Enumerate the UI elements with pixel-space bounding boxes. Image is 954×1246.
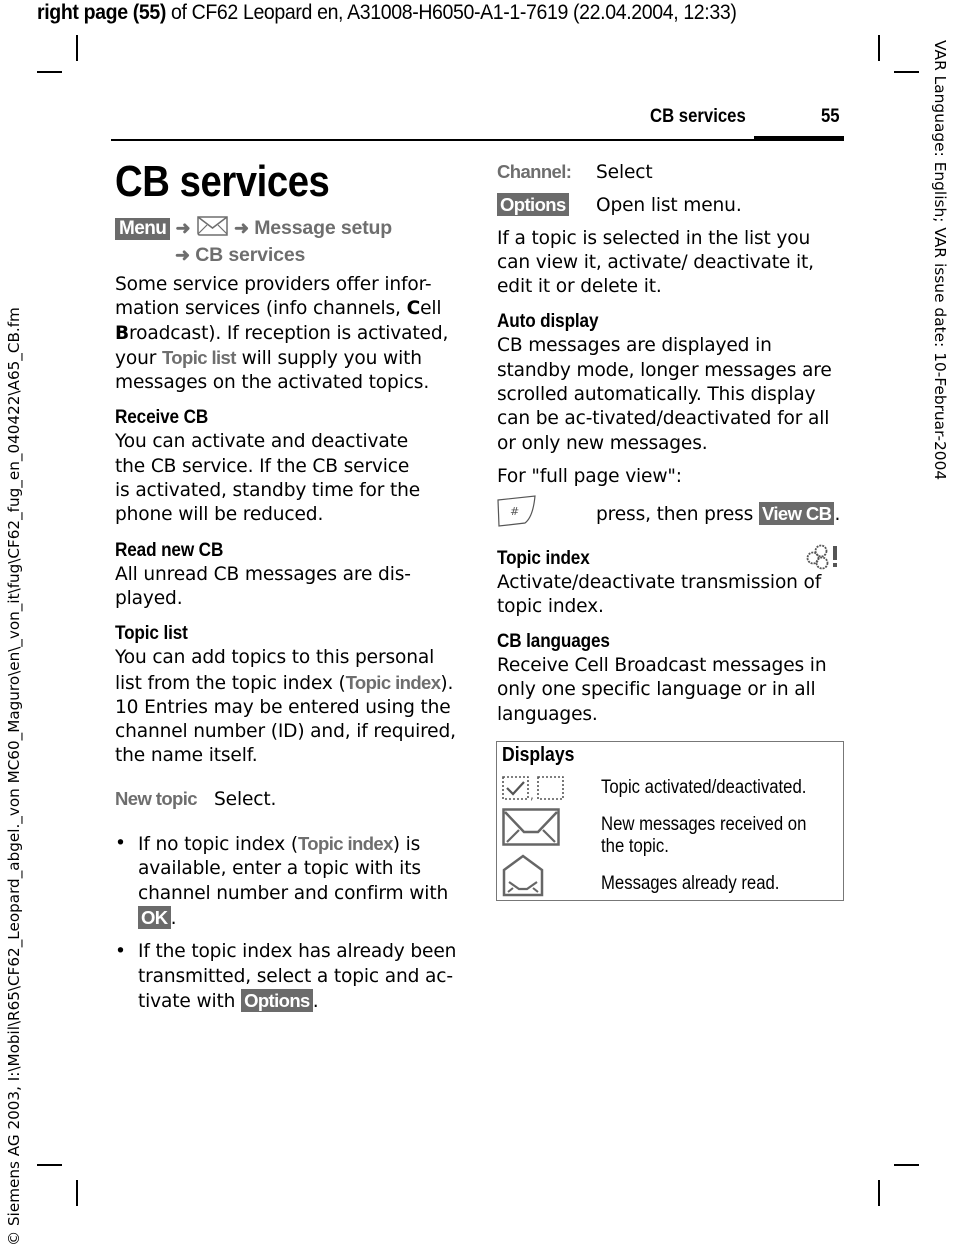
full-page-text: For "full page view": [497,465,682,487]
checkbox-icons: , [502,776,566,807]
menu-path: Menu ➜ ➜ Message setup ➜ CB services [115,215,460,267]
display-text: New messages received on the topic. [601,814,806,858]
section-heading: Topic index [497,546,590,569]
new-topic-row: New topic Select. [115,787,460,812]
channel-row: Channel: Select [497,160,847,185]
full-page-instruction: press, then press View CB. [596,502,840,527]
display-text-line: the topic. [601,836,669,857]
displays-box: Displays , Topic activated/deactivated. … [496,741,844,901]
intro-text: ell [420,298,442,320]
topic-list-text: You can add topics to this personal list… [115,646,460,768]
list-item: If the topic index has already been tran… [115,940,460,1014]
section-heading: Auto display [497,310,599,333]
section-heading: Receive CB [115,406,209,429]
crop-mark [878,35,880,61]
envelope-closed-icon [502,808,560,851]
crop-mark [76,35,78,61]
right-column: Channel: Select Options Open list menu. … [497,160,847,736]
display-text: Topic activated/deactivated. [601,777,807,798]
arrow-icon: ➜ [175,245,190,265]
running-header-title: CB services [650,106,746,127]
page-number: 55 [821,106,840,127]
topic-index-text: Activate/deactivate transmission of topi… [497,571,822,617]
bullet-list: If no topic index (Topic index) is avail… [115,832,460,1014]
crop-mark [878,1180,880,1206]
display-text: Messages already read. [601,873,780,894]
crop-mark [37,1164,62,1166]
hash-label: # [510,505,519,518]
section-text: You can activate and deactivate the CB s… [115,431,421,526]
header-rule-accent [754,136,844,141]
cb-languages-text: Receive Cell Broadcast messages in only … [497,655,827,725]
topic-list-link: Topic list [161,346,236,368]
topic-index-link: Topic index [345,671,441,693]
view-cb-key: View CB [758,502,835,526]
bullet-text: If no topic index ( [138,834,298,856]
bullet-text: . [170,907,177,929]
svg-text:,: , [530,788,534,802]
channel-text: Select [596,162,653,183]
header-rule [111,139,754,141]
bullet-text: . [312,990,319,1012]
intro-bold-letter: B [115,322,130,344]
page-title: CB services [115,157,330,206]
new-topic-text: Select. [214,788,277,810]
section-heading: CB languages [497,630,610,653]
press-text: press, then press [596,504,759,526]
hash-key-icon: # [497,495,596,534]
ok-key: OK [138,905,171,929]
options-key-cell: Options [497,193,596,218]
file-path-side-text: © Siemens AG 2003, I:\Mobil\R65\CF62_Leo… [5,307,23,1246]
options-text: Open list menu. [596,195,742,217]
options-key: Options [497,193,569,217]
channel-label: Channel: [497,161,572,182]
slug-rest: of CF62 Leopard en, A31008-H6050-A1-1-76… [165,1,737,24]
selected-topic-text: If a topic is selected in the list you c… [497,227,814,298]
menu-path-step: Message setup [254,217,393,239]
menu-path-step: CB services [195,244,306,266]
crop-mark [894,1164,919,1166]
displays-title: Displays [502,744,575,766]
network-service-icon [803,544,841,577]
section-text: All unread CB messages are dis-played. [115,563,411,609]
display-text-line: New messages received on [601,814,807,835]
arrow-icon: ➜ [234,218,249,238]
menu-key: Menu [115,218,171,240]
envelope-icon [196,215,229,243]
crop-mark [894,71,919,73]
arrow-icon: ➜ [175,218,191,238]
intro-bold-letter: C [406,298,421,320]
crop-mark [37,71,62,73]
list-item: If no topic index (Topic index) is avail… [115,832,460,931]
options-key: Options [241,988,313,1012]
options-row: Options Open list menu. [497,193,847,218]
var-language-side-text: VAR Language: English; VAR issue date: 1… [931,40,949,481]
intro-paragraph: Some service providers offer infor-matio… [115,273,460,395]
topic-index-heading-row: Topic index [497,544,847,571]
envelope-open-icon [502,854,544,903]
section-heading: Read new CB [115,538,224,561]
full-page-row: # press, then press View CB. [497,495,847,534]
slug-line: right page (55) of CF62 Leopard en, A310… [37,0,737,26]
intro-text: Some service providers offer infor-matio… [115,274,432,320]
new-topic-label: New topic [115,787,198,809]
topic-index-link: Topic index [297,833,393,855]
slug-bold: right page (55) [37,1,166,24]
period: . [834,504,841,526]
section-heading: Topic list [115,622,188,645]
crop-mark [76,1180,78,1206]
auto-display-text: CB messages are displayed in standby mod… [497,335,832,454]
left-column: CB services Menu ➜ ➜ Message setup ➜ CB … [115,155,460,1023]
